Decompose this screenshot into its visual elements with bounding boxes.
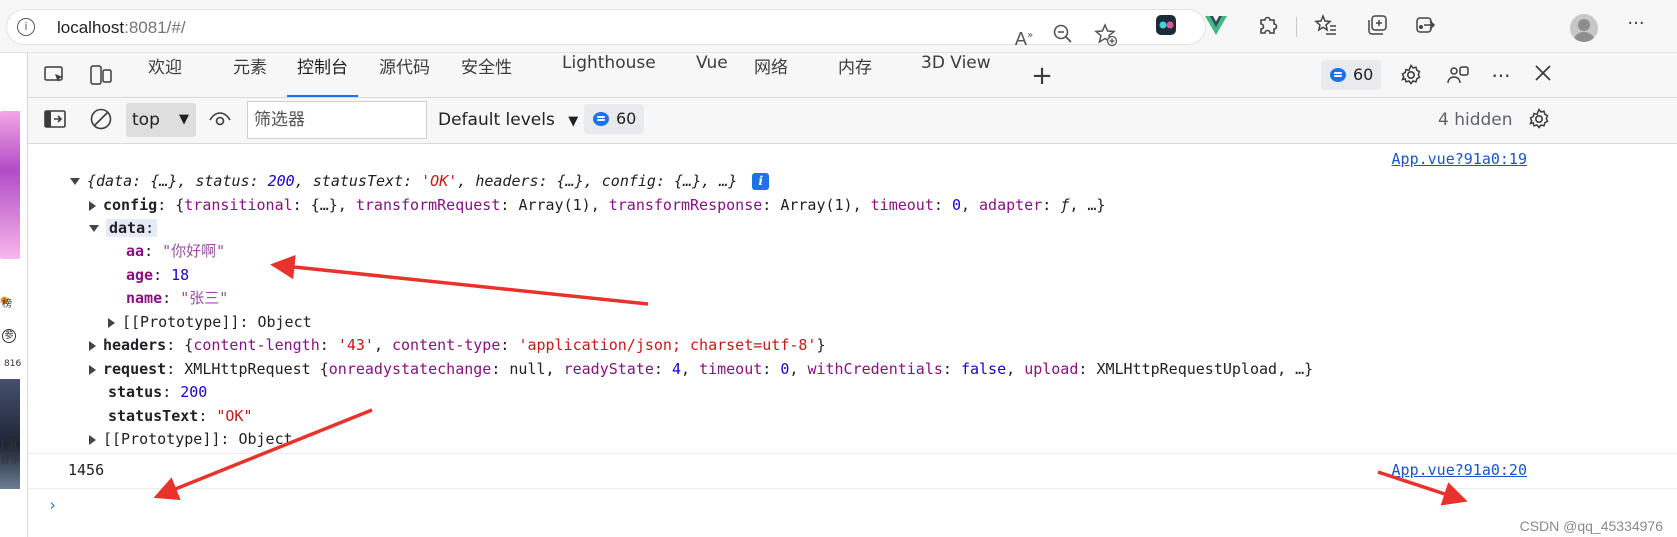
favorite-add-icon[interactable] xyxy=(1093,23,1119,49)
expand-arrow-icon[interactable] xyxy=(89,340,96,351)
more-icon[interactable]: ··· xyxy=(1622,13,1650,41)
config-row[interactable]: config: {transitional: {…}, transformReq… xyxy=(89,194,1105,217)
expand-arrow-icon[interactable] xyxy=(89,200,96,211)
tab-network[interactable]: 网络 xyxy=(754,53,788,97)
log-entry-response: App.vue?91a0:19 {data: {…}, status: 200,… xyxy=(28,144,1677,454)
more-options-icon[interactable]: ··· xyxy=(1488,63,1514,89)
data-row[interactable]: data: xyxy=(89,217,158,240)
data-prop-name[interactable]: name: "张三" xyxy=(126,287,228,310)
response-summary[interactable]: {data: {…}, status: 200, statusText: 'OK… xyxy=(70,170,770,193)
page-snippet-1: 榜 xyxy=(2,299,12,310)
devtools-tab-strip: 欢迎 元素 控制台 源代码 安全性 Lighthouse Vue 网络 内存 3… xyxy=(28,53,1677,98)
browser-toolbar: i localhost:8081/#/ A» ··· xyxy=(0,0,1677,53)
collections-icon[interactable] xyxy=(1363,13,1391,41)
url-host: localhost xyxy=(57,18,125,37)
log-entry-number: 1456 App.vue?91a0:20 xyxy=(28,455,1677,489)
log-levels-label: Default levels xyxy=(438,110,555,130)
page-thumbnail-image xyxy=(0,111,20,259)
clear-icon[interactable] xyxy=(88,107,114,133)
expand-arrow-icon[interactable] xyxy=(108,317,115,328)
console-toolbar: top ▼ 筛选器 Default levels ▼ 60 4 hidden xyxy=(28,98,1677,144)
message-count-badge[interactable]: 60 xyxy=(584,104,645,134)
tab-elements[interactable]: 元素 xyxy=(233,53,267,97)
customize-icon[interactable] xyxy=(1445,63,1471,89)
chat-icon xyxy=(593,112,609,126)
log-value[interactable]: 1456 xyxy=(68,459,104,482)
expand-arrow-icon[interactable] xyxy=(89,364,96,375)
page-snippet-5: 音乐 xyxy=(0,455,20,466)
share-icon[interactable] xyxy=(1412,13,1440,41)
console-output: App.vue?91a0:19 {data: {…}, status: 200,… xyxy=(28,144,1677,537)
tab-lighthouse[interactable]: Lighthouse xyxy=(562,53,656,97)
data-prop-aa[interactable]: aa: "你好啊" xyxy=(126,240,225,263)
console-settings-icon[interactable] xyxy=(1526,107,1552,133)
add-tab-icon[interactable]: + xyxy=(1029,63,1055,89)
read-aloud-icon[interactable]: A» xyxy=(1011,23,1037,50)
source-link-line-20[interactable]: App.vue?91a0:20 xyxy=(1392,461,1527,479)
message-count: 60 xyxy=(616,109,637,128)
data-prototype-row[interactable]: [[Prototype]]: Object xyxy=(108,311,312,334)
log-levels-dropdown[interactable]: Default levels ▼ xyxy=(438,103,578,137)
page-preview-strip: ● 榜 参 816 ] 温 音乐 xyxy=(0,53,28,537)
expand-arrow-icon[interactable] xyxy=(89,434,96,445)
puzzle-icon[interactable] xyxy=(1254,13,1282,41)
tab-vue[interactable]: Vue xyxy=(696,53,728,97)
source-link-line-19[interactable]: App.vue?91a0:19 xyxy=(1392,150,1527,168)
hidden-count: 4 hidden xyxy=(1438,110,1513,130)
toolbar-divider xyxy=(1296,17,1297,37)
tab-security[interactable]: 安全性 xyxy=(461,53,512,97)
context-select[interactable]: top ▼ xyxy=(126,103,196,137)
data-prop-age[interactable]: age: 18 xyxy=(126,264,189,287)
sidebar-icon[interactable] xyxy=(42,107,68,133)
tab-welcome[interactable]: 欢迎 xyxy=(148,53,182,97)
close-icon[interactable] xyxy=(1530,63,1556,89)
tab-memory[interactable]: 内存 xyxy=(838,53,872,97)
chevron-down-icon: ▼ xyxy=(568,114,579,129)
settings-icon[interactable] xyxy=(1398,63,1424,89)
expand-arrow-icon[interactable] xyxy=(89,225,99,232)
tab-console[interactable]: 控制台 xyxy=(287,53,358,97)
filter-input[interactable]: 筛选器 xyxy=(247,101,427,139)
url-text[interactable]: localhost:8081/#/ xyxy=(57,18,186,38)
issues-count: 60 xyxy=(1353,65,1374,84)
favorites-icon[interactable] xyxy=(1312,13,1340,41)
console-prompt-icon[interactable]: › xyxy=(48,496,57,514)
headers-row[interactable]: headers: {content-length: '43', content-… xyxy=(89,334,825,357)
tab-3d-view[interactable]: 3D View xyxy=(921,53,991,97)
page-snippet-4: ] 温 xyxy=(0,440,18,451)
address-bar[interactable]: i localhost:8081/#/ A» xyxy=(6,9,1206,50)
status-row[interactable]: status: 200 xyxy=(108,381,207,404)
zoom-out-icon[interactable] xyxy=(1050,23,1076,49)
device-icon[interactable] xyxy=(88,63,114,89)
info-icon[interactable]: i xyxy=(17,18,35,36)
vue-devtools-icon[interactable] xyxy=(1202,13,1230,41)
chat-icon xyxy=(1330,68,1346,82)
tab-sources[interactable]: 源代码 xyxy=(379,53,430,97)
page-thumbnail-image-2 xyxy=(0,379,20,489)
request-row[interactable]: request: XMLHttpRequest {onreadystatecha… xyxy=(89,358,1313,381)
info-icon[interactable]: i xyxy=(752,173,770,190)
status-text-row[interactable]: statusText: "OK" xyxy=(108,405,253,428)
eye-icon[interactable] xyxy=(207,107,233,133)
page-snippet-2: 参 xyxy=(2,329,16,343)
profile-avatar[interactable] xyxy=(1570,14,1598,42)
url-path: :8081/#/ xyxy=(124,18,186,37)
chevron-down-icon: ▼ xyxy=(179,112,189,127)
context-value: top xyxy=(132,110,160,130)
watermark: CSDN @qq_45334976 xyxy=(1519,518,1663,534)
response-prototype-row[interactable]: [[Prototype]]: Object xyxy=(89,428,293,451)
issues-badge[interactable]: 60 xyxy=(1321,60,1382,90)
inspect-icon[interactable] xyxy=(42,63,68,89)
extension-icon[interactable] xyxy=(1152,13,1180,41)
page-snippet-3: 816 xyxy=(4,359,22,369)
expand-arrow-icon[interactable] xyxy=(70,178,80,185)
